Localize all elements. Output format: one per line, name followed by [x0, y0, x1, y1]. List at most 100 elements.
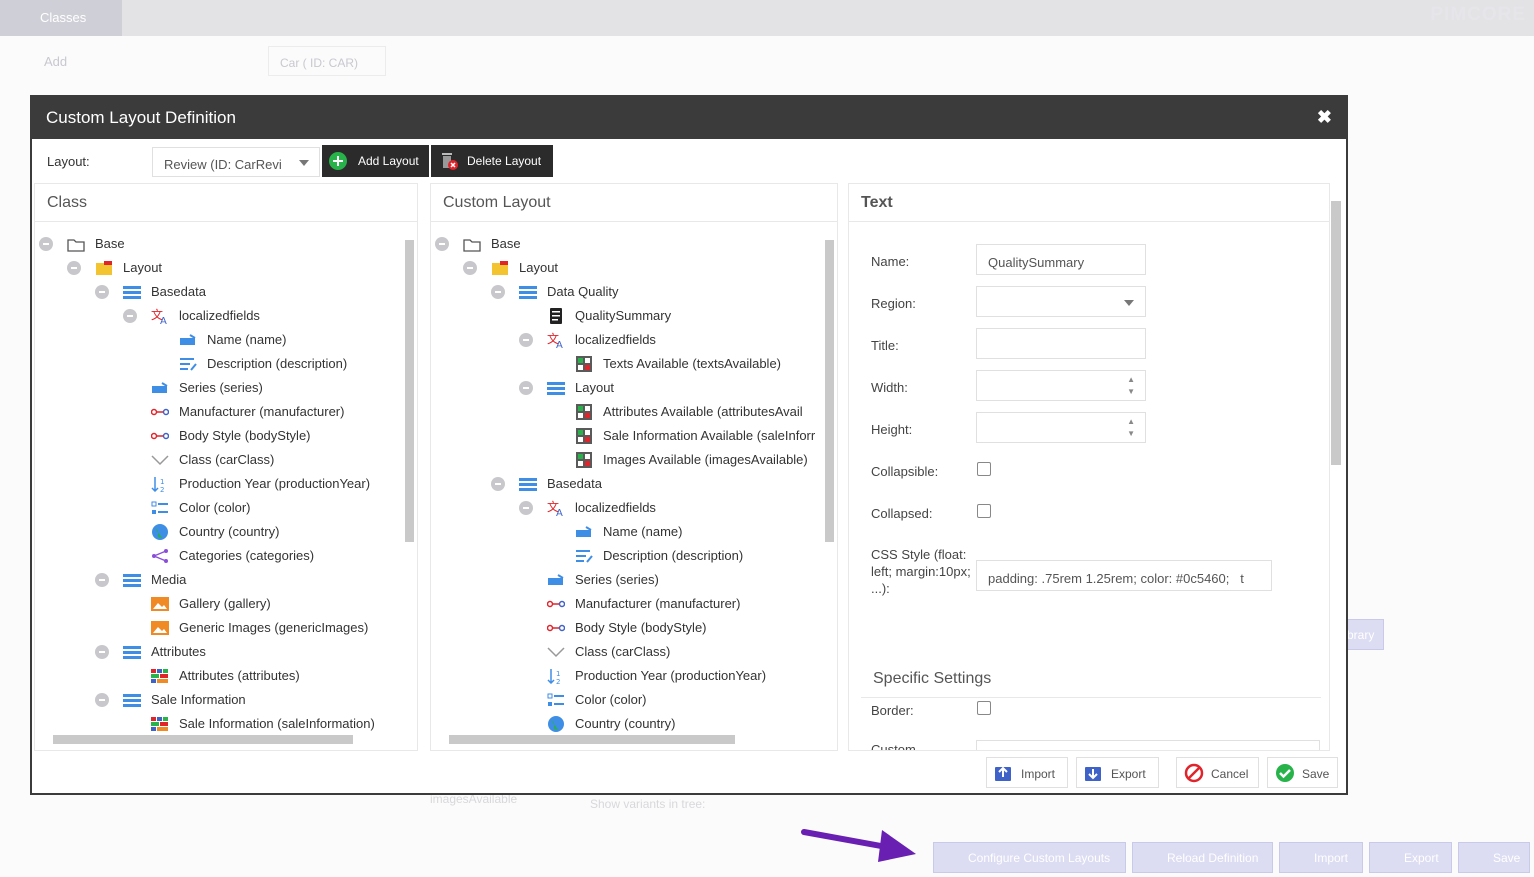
- tab-classes[interactable]: Classes: [0, 0, 122, 36]
- tree-node[interactable]: Generic Images (genericImages): [35, 616, 417, 640]
- width-input[interactable]: [976, 370, 1146, 401]
- add-layout-button[interactable]: Add Layout: [322, 145, 429, 177]
- close-icon[interactable]: ✖: [1317, 108, 1332, 126]
- bg-import-button[interactable]: Import: [1279, 842, 1363, 873]
- custom-input[interactable]: [976, 740, 1320, 750]
- collapse-toggle-icon[interactable]: [95, 573, 109, 587]
- reload-definition-button[interactable]: Reload Definition: [1132, 842, 1273, 873]
- configure-custom-layouts-button[interactable]: Configure Custom Layouts: [933, 842, 1126, 873]
- collapse-toggle-icon[interactable]: [39, 237, 53, 251]
- tree-node[interactable]: Gallery (gallery): [35, 592, 417, 616]
- tree-node[interactable]: QualitySummary: [431, 304, 837, 328]
- tree-node[interactable]: Images Available (imagesAvailable): [431, 448, 837, 472]
- tree-node[interactable]: 1 2 Production Year (productionYear): [431, 664, 837, 688]
- tree-node[interactable]: Name (name): [35, 328, 417, 352]
- tree-node[interactable]: Manufacturer (manufacturer): [431, 592, 837, 616]
- export-icon: [1085, 767, 1101, 781]
- tree-node[interactable]: 1 2 Production Year (productionYear): [35, 472, 417, 496]
- tree-node[interactable]: Series (series): [35, 376, 417, 400]
- collapsed-checkbox[interactable]: [977, 504, 991, 518]
- tree-node[interactable]: Media: [35, 568, 417, 592]
- add-class-button[interactable]: Add: [44, 54, 67, 69]
- tree-node[interactable]: Body Style (bodyStyle): [431, 616, 837, 640]
- collapse-toggle-icon[interactable]: [491, 285, 505, 299]
- class-hscroll[interactable]: [41, 734, 397, 744]
- chevron-down-icon[interactable]: [299, 160, 309, 166]
- tree-node[interactable]: Description (description): [35, 352, 417, 376]
- tree-node[interactable]: Sale Information Available (saleInforr: [431, 424, 837, 448]
- tree-node[interactable]: Sale Information (saleInformation): [35, 712, 417, 732]
- border-checkbox[interactable]: [977, 701, 991, 715]
- collapse-toggle-icon[interactable]: [435, 237, 449, 251]
- collapse-toggle-icon[interactable]: [491, 477, 505, 491]
- tree-node[interactable]: Layout: [431, 376, 837, 400]
- collapse-toggle-icon[interactable]: [95, 693, 109, 707]
- collapse-toggle-icon[interactable]: [519, 501, 533, 515]
- tree-node[interactable]: Class (carClass): [431, 640, 837, 664]
- cancel-button[interactable]: Cancel: [1176, 757, 1259, 788]
- tree-node[interactable]: 文 A localizedfields: [431, 496, 837, 520]
- input-icon: [151, 380, 169, 396]
- tree-node[interactable]: Basedata: [35, 280, 417, 304]
- tree-node[interactable]: Base: [35, 232, 417, 256]
- tree-node[interactable]: Data Quality: [431, 280, 837, 304]
- tree-node[interactable]: Name (name): [431, 520, 837, 544]
- tree-node[interactable]: Country (country): [431, 712, 837, 732]
- tree-node[interactable]: Class (carClass): [35, 448, 417, 472]
- region-select[interactable]: [976, 286, 1146, 317]
- layout-select[interactable]: Review (ID: CarRevi: [152, 147, 320, 177]
- tree-node[interactable]: Country (country): [35, 520, 417, 544]
- tree-node[interactable]: Manufacturer (manufacturer): [35, 400, 417, 424]
- collapse-toggle-icon[interactable]: [95, 285, 109, 299]
- tree-node[interactable]: Attributes Available (attributesAvail: [431, 400, 837, 424]
- tree-node[interactable]: Layout: [35, 256, 417, 280]
- collapse-toggle-icon[interactable]: [123, 309, 137, 323]
- chevron-down-icon[interactable]: [1124, 300, 1134, 306]
- delete-layout-button[interactable]: Delete Layout: [431, 145, 553, 177]
- tree-node[interactable]: Series (series): [431, 568, 837, 592]
- class-vscroll[interactable]: [404, 228, 414, 728]
- collapse-toggle-icon[interactable]: [95, 645, 109, 659]
- collapsible-checkbox[interactable]: [977, 462, 991, 476]
- tree-node[interactable]: 文 A localizedfields: [431, 328, 837, 352]
- layout-select-value: Review (ID: CarRevi: [164, 157, 282, 172]
- title-input[interactable]: [976, 328, 1146, 359]
- height-input[interactable]: [976, 412, 1146, 443]
- bg-save-button[interactable]: Save: [1458, 842, 1530, 873]
- export-label: Export: [1111, 767, 1146, 781]
- tree-node-label: Name (name): [207, 332, 287, 347]
- class-tab-car[interactable]: Car ( ID: CAR): [268, 46, 386, 76]
- tree-node[interactable]: Sale Information: [35, 688, 417, 712]
- svg-text:1: 1: [160, 478, 164, 486]
- tree-node[interactable]: Texts Available (textsAvailable): [431, 352, 837, 376]
- collapse-toggle-icon[interactable]: [519, 333, 533, 347]
- custom-hscroll[interactable]: [437, 734, 817, 744]
- export-button[interactable]: Export: [1076, 757, 1159, 788]
- tree-node[interactable]: Color (color): [35, 496, 417, 520]
- tree-node[interactable]: Basedata: [431, 472, 837, 496]
- relation-icon: [546, 620, 566, 636]
- tree-node[interactable]: Base: [431, 232, 837, 256]
- tree-node[interactable]: Attributes: [35, 640, 417, 664]
- properties-vscroll[interactable]: [1328, 183, 1344, 751]
- tree-node[interactable]: Layout: [431, 256, 837, 280]
- collapse-toggle-icon[interactable]: [67, 261, 81, 275]
- tree-node[interactable]: Color (color): [431, 688, 837, 712]
- tree-node[interactable]: Body Style (bodyStyle): [35, 424, 417, 448]
- custom-vscroll[interactable]: [824, 228, 834, 728]
- name-input[interactable]: QualitySummary: [976, 244, 1146, 275]
- save-button[interactable]: Save: [1267, 757, 1338, 788]
- image-icon: [151, 620, 169, 636]
- many-relation-icon: [151, 548, 169, 564]
- bg-export-button[interactable]: Export: [1369, 842, 1452, 873]
- tree-node[interactable]: Attributes (attributes): [35, 664, 417, 688]
- import-button[interactable]: Import: [986, 757, 1068, 788]
- tree-node[interactable]: Categories (categories): [35, 544, 417, 568]
- tree-node-label: Manufacturer (manufacturer): [575, 596, 741, 611]
- collapsed-label: Collapsed:: [871, 506, 933, 521]
- collapse-toggle-icon[interactable]: [519, 381, 533, 395]
- css-style-input[interactable]: padding: .75rem 1.25rem; color: #0c5460;…: [976, 560, 1272, 591]
- tree-node[interactable]: Description (description): [431, 544, 837, 568]
- tree-node[interactable]: 文 A localizedfields: [35, 304, 417, 328]
- collapse-toggle-icon[interactable]: [463, 261, 477, 275]
